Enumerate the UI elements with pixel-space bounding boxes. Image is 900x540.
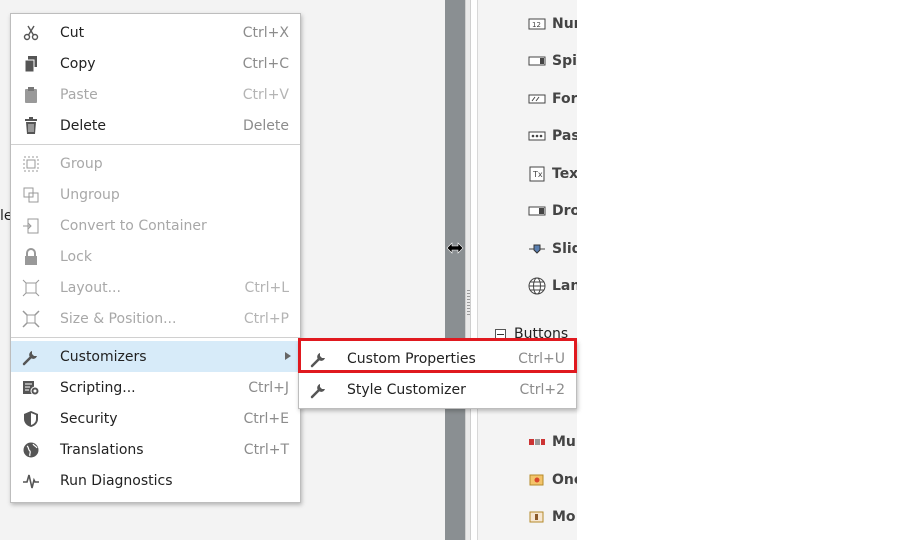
menu-item-size-position[interactable]: Size & Position... Ctrl+P: [11, 303, 300, 334]
globe-icon: [528, 277, 546, 295]
momentary-button-icon: [528, 510, 546, 524]
layout-icon: [19, 278, 43, 298]
palette-item[interactable]: For: [528, 88, 577, 110]
menu-item-ungroup[interactable]: Ungroup: [11, 179, 300, 210]
menu-item-cut[interactable]: Cut Ctrl+X: [11, 17, 300, 48]
globe-icon: [19, 440, 43, 460]
menu-separator: [11, 144, 300, 145]
palette-item[interactable]: Spir: [528, 50, 577, 72]
lock-icon: [19, 247, 43, 267]
palette-item-label: Spir: [552, 53, 577, 69]
wrench-icon: [307, 380, 331, 400]
palette-item[interactable]: Pas: [528, 125, 577, 147]
wrench-icon: [19, 347, 43, 367]
formatted-field-icon: [528, 92, 546, 106]
palette-item-label: Tex: [552, 166, 577, 182]
component-palette: 12 Nur Spir For Pas Tx Tex Dro Slid Lan …: [477, 0, 577, 540]
grip-icon: [467, 290, 470, 316]
menu-item-layout[interactable]: Layout... Ctrl+L: [11, 272, 300, 303]
palette-item[interactable]: 12 Nur: [528, 13, 577, 35]
palette-item[interactable]: Dro: [528, 200, 577, 222]
menu-item-style-customizer[interactable]: Style Customizer Ctrl+2: [299, 374, 576, 405]
dropdown-icon: [528, 204, 546, 218]
menu-item-security[interactable]: Security Ctrl+E: [11, 403, 300, 434]
collapse-icon[interactable]: [495, 328, 506, 340]
menu-separator: [11, 337, 300, 338]
menu-item-run-diagnostics[interactable]: Run Diagnostics: [11, 465, 300, 496]
svg-text:12: 12: [532, 21, 541, 29]
palette-item-label: Nur: [552, 16, 577, 32]
split-pane-handle[interactable]: [465, 0, 471, 540]
trash-icon: [19, 116, 43, 136]
palette-item-label: Pas: [552, 128, 577, 144]
spinner-icon: [528, 54, 546, 68]
menu-item-delete[interactable]: Delete Delete: [11, 110, 300, 141]
wrench-icon: [307, 349, 331, 369]
palette-item-label: Slid: [552, 241, 577, 257]
numeric-field-icon: 12: [528, 17, 546, 31]
palette-item[interactable]: Slid: [528, 238, 577, 260]
svg-text:Tx: Tx: [532, 170, 543, 179]
password-field-icon: [528, 129, 546, 143]
palette-item[interactable]: One: [528, 469, 577, 491]
text-area-icon: Tx: [528, 166, 546, 182]
multistate-button-icon: [528, 435, 546, 449]
palette-item[interactable]: Mo: [528, 506, 576, 528]
palette-item[interactable]: Tx Tex: [528, 163, 577, 185]
ungroup-icon: [19, 185, 43, 205]
one-shot-button-icon: [528, 473, 546, 487]
menu-item-lock[interactable]: Lock: [11, 241, 300, 272]
panel-divider[interactable]: [445, 0, 465, 540]
group-icon: [19, 154, 43, 174]
menu-item-custom-properties[interactable]: Custom Properties Ctrl+U: [299, 343, 576, 374]
palette-item-label: For: [552, 91, 577, 107]
menu-item-scripting[interactable]: Scripting... Ctrl+J: [11, 372, 300, 403]
script-gear-icon: [19, 378, 43, 398]
menu-item-copy[interactable]: Copy Ctrl+C: [11, 48, 300, 79]
context-menu: Cut Ctrl+X Copy Ctrl+C Paste Ctrl+V Dele…: [10, 13, 301, 503]
submenu-arrow-icon: [285, 352, 291, 360]
clipboard-icon: [19, 85, 43, 105]
palette-item[interactable]: Lan: [528, 275, 577, 297]
customizers-submenu: Custom Properties Ctrl+U Style Customize…: [298, 340, 577, 409]
menu-item-group[interactable]: Group: [11, 148, 300, 179]
size-position-icon: [19, 309, 43, 329]
menu-item-convert-to-container[interactable]: Convert to Container: [11, 210, 300, 241]
menu-item-translations[interactable]: Translations Ctrl+T: [11, 434, 300, 465]
copy-icon: [19, 54, 43, 74]
convert-container-icon: [19, 216, 43, 236]
palette-item-label: Mo: [552, 509, 576, 525]
palette-item[interactable]: Mu: [528, 431, 576, 453]
palette-item-label: Lan: [552, 278, 577, 294]
palette-item-label: Dro: [552, 203, 577, 219]
shield-icon: [19, 409, 43, 429]
scissors-icon: [19, 23, 43, 43]
slider-icon: [528, 242, 546, 256]
resize-cursor-icon: [446, 241, 464, 255]
palette-item-label: Mu: [552, 434, 576, 450]
pulse-icon: [19, 471, 43, 491]
menu-item-paste[interactable]: Paste Ctrl+V: [11, 79, 300, 110]
menu-item-customizers[interactable]: Customizers: [11, 341, 300, 372]
palette-item-label: One: [552, 472, 577, 488]
